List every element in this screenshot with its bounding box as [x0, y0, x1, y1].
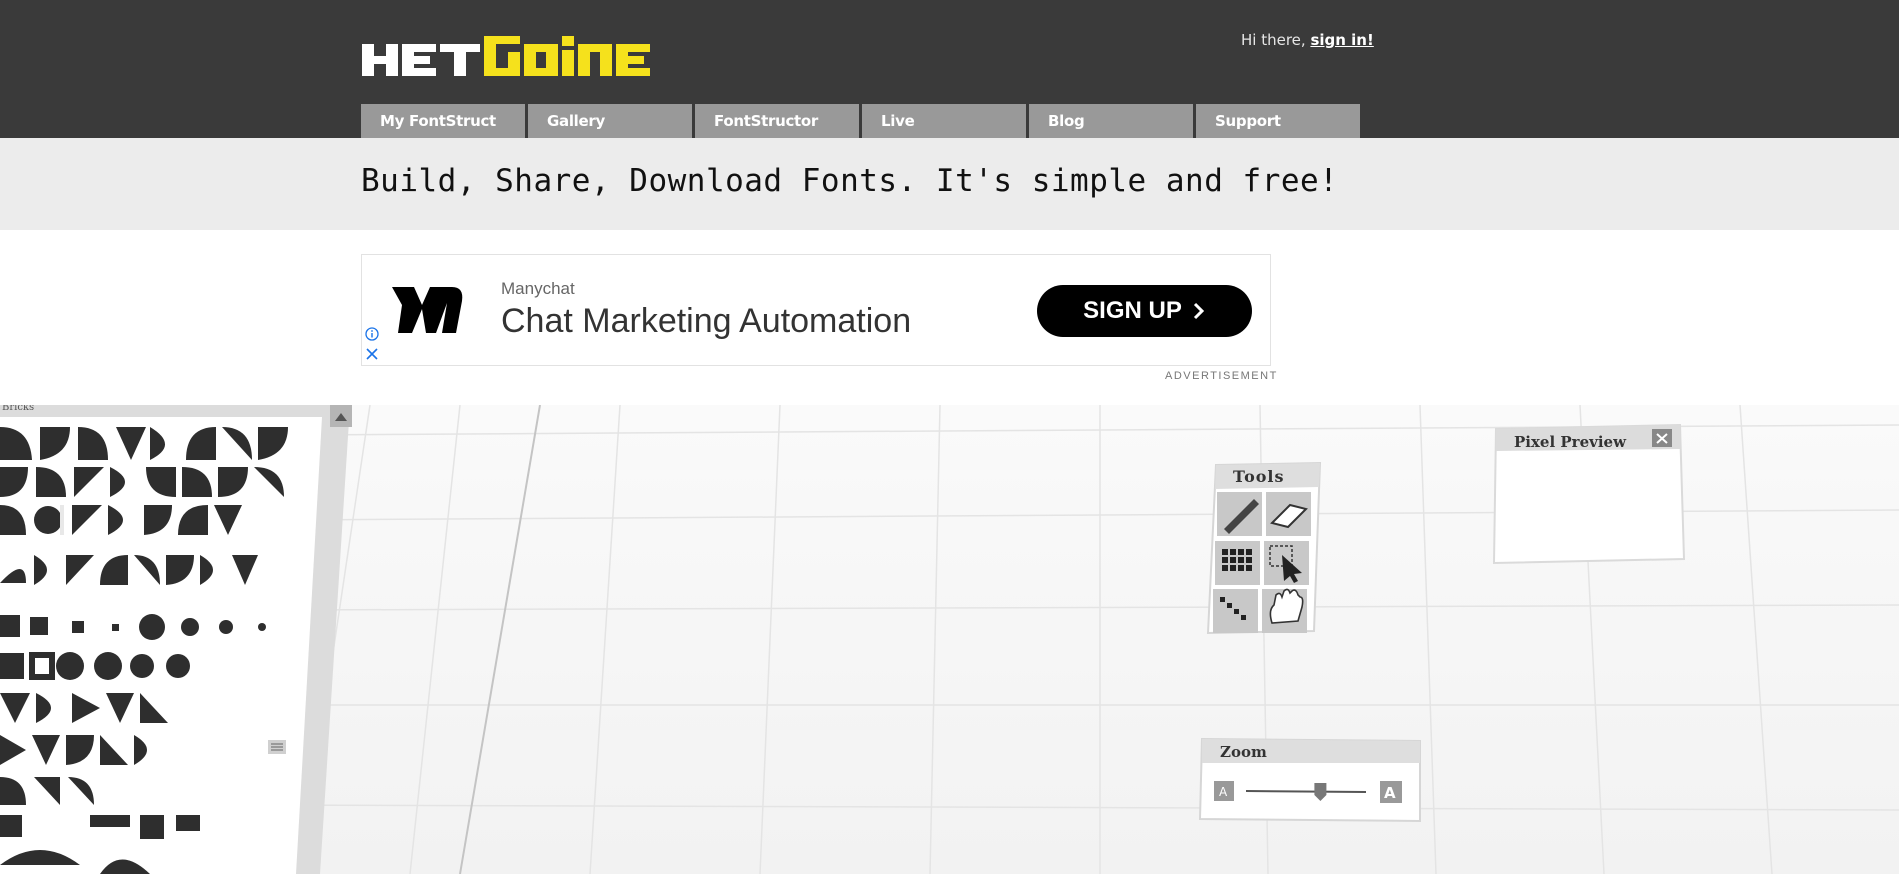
user-greeting: Hi there, sign in! [1241, 31, 1374, 49]
nav-tab-support[interactable]: Support [1196, 104, 1360, 138]
site-header: Hi there, sign in! My FontStruct Gallery… [0, 0, 1899, 138]
chevron-right-icon [1193, 302, 1204, 320]
fontstruct-logo[interactable] [362, 36, 662, 82]
nav-tab-blog[interactable]: Blog [1029, 104, 1193, 138]
advertisement-label: ADVERTISEMENT [1165, 370, 1278, 382]
bricks-panel[interactable] [0, 405, 352, 874]
svg-text:A: A [1384, 784, 1396, 802]
greeting-text: Hi there, [1241, 31, 1311, 49]
advertisement[interactable]: Manychat Chat Marketing Automation SIGN … [361, 254, 1271, 366]
tools-panel[interactable] [1206, 461, 1322, 635]
manychat-logo [392, 287, 463, 333]
svg-text:A: A [1219, 785, 1228, 799]
bricks-title: Bricks [2, 405, 34, 413]
nav-tab-gallery[interactable]: Gallery [528, 104, 692, 138]
nav-tab-live[interactable]: Live [862, 104, 1026, 138]
tools-title: Tools [1233, 467, 1285, 486]
nav-tab-fontstructor[interactable]: FontStructor [695, 104, 859, 138]
tagline-banner: Build, Share, Download Fonts. It's simpl… [0, 138, 1899, 230]
zoom-title: Zoom [1220, 743, 1267, 761]
main-nav: My FontStruct Gallery FontStructor Live … [361, 104, 1360, 138]
zoom-slider[interactable] [1245, 790, 1367, 793]
ad-cta-label: SIGN UP [1083, 297, 1182, 324]
ad-signup-button[interactable]: SIGN UP [1037, 285, 1252, 337]
info-icon[interactable] [365, 327, 379, 341]
nav-tab-my-fontstruct[interactable]: My FontStruct [361, 104, 525, 138]
sign-in-link[interactable]: sign in! [1310, 31, 1373, 49]
ad-brand: Manychat [501, 279, 575, 298]
pixel-preview-title: Pixel Preview [1514, 433, 1627, 451]
close-icon[interactable] [365, 347, 379, 361]
tagline-text: Build, Share, Download Fonts. It's simpl… [361, 163, 1339, 199]
editor-canvas: Bricks Tools Pixel Preview A A Zoom [0, 405, 1899, 874]
editor-illustration: Bricks Tools Pixel Preview A A Zoom [0, 405, 1899, 874]
ad-headline: Chat Marketing Automation [501, 302, 912, 340]
